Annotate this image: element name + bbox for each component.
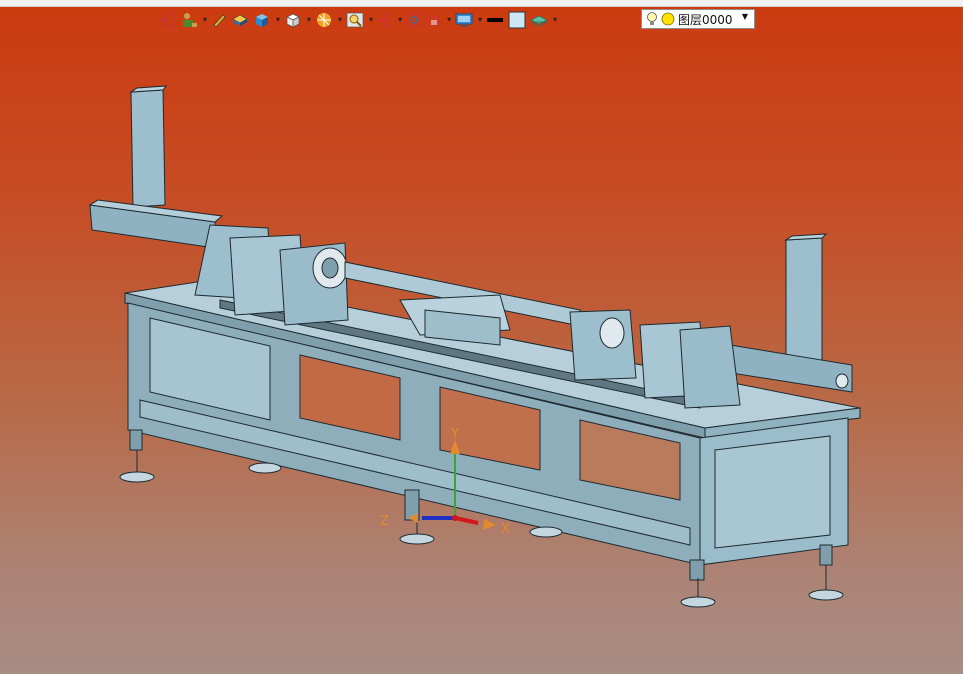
cube-white-dropdown[interactable]: ▾ [307,10,311,30]
cube-shaded-icon [256,14,269,27]
pan-dropdown[interactable]: ▾ [398,10,402,30]
user-style-icon [183,13,197,27]
view-toolbar: ▾ ▾ ▾ ▾ ▾ ▾ ▾ ▾ ▾ [160,9,561,31]
pen-icon [213,14,226,28]
rotate-button[interactable] [406,10,422,30]
cube-shaded-button[interactable] [253,10,271,30]
pan-icon [378,13,393,27]
section-button[interactable] [426,10,442,30]
line-color-button[interactable] [486,10,504,30]
layer-color-dot-icon [661,12,675,26]
view-orientation-dropdown[interactable]: ▾ [338,10,342,30]
pan-button[interactable] [377,10,393,30]
machine-model [88,85,861,608]
layer-manager-dropdown[interactable]: ▾ [553,10,557,30]
pen-button[interactable] [211,10,227,30]
section-icon [428,14,440,26]
3d-viewport[interactable]: Y Z X [0,0,963,674]
axis-z-label: Z [380,514,389,529]
cube-white-icon [286,13,300,28]
axis-y-label: Y [450,427,459,442]
layer-name: 图层0000 [678,12,733,27]
display-button[interactable] [455,10,473,30]
view-orientation-icon [317,13,332,27]
rotate-icon [407,13,421,27]
fill-color-icon [508,11,526,29]
cube-white-button[interactable] [284,10,302,30]
layer-select[interactable]: 图层0000 ▼ [641,9,755,29]
layer-dropdown-arrow[interactable]: ▼ [742,12,748,21]
section-dropdown[interactable]: ▾ [447,10,451,30]
exit-button[interactable] [160,10,176,30]
zoom-icon [346,12,364,28]
display-dropdown[interactable]: ▾ [478,10,482,30]
zoom-dropdown[interactable]: ▾ [369,10,373,30]
zoom-button[interactable] [346,10,364,30]
cube-shaded-dropdown[interactable]: ▾ [276,10,280,30]
line-color-icon [487,18,504,22]
layer-manager-button[interactable] [530,10,548,30]
user-style-button[interactable] [180,10,198,30]
display-icon [455,13,473,27]
axis-x-label: X [501,522,510,537]
sheet-solid-icon [232,14,248,26]
layer-manager-icon [530,15,548,27]
view-orientation-button[interactable] [315,10,333,30]
user-style-dropdown[interactable]: ▾ [203,10,207,30]
exit-icon [160,13,175,27]
fill-color-button[interactable] [508,10,526,30]
lightbulb-icon [647,12,657,25]
sheet-solid-button[interactable] [231,10,249,30]
